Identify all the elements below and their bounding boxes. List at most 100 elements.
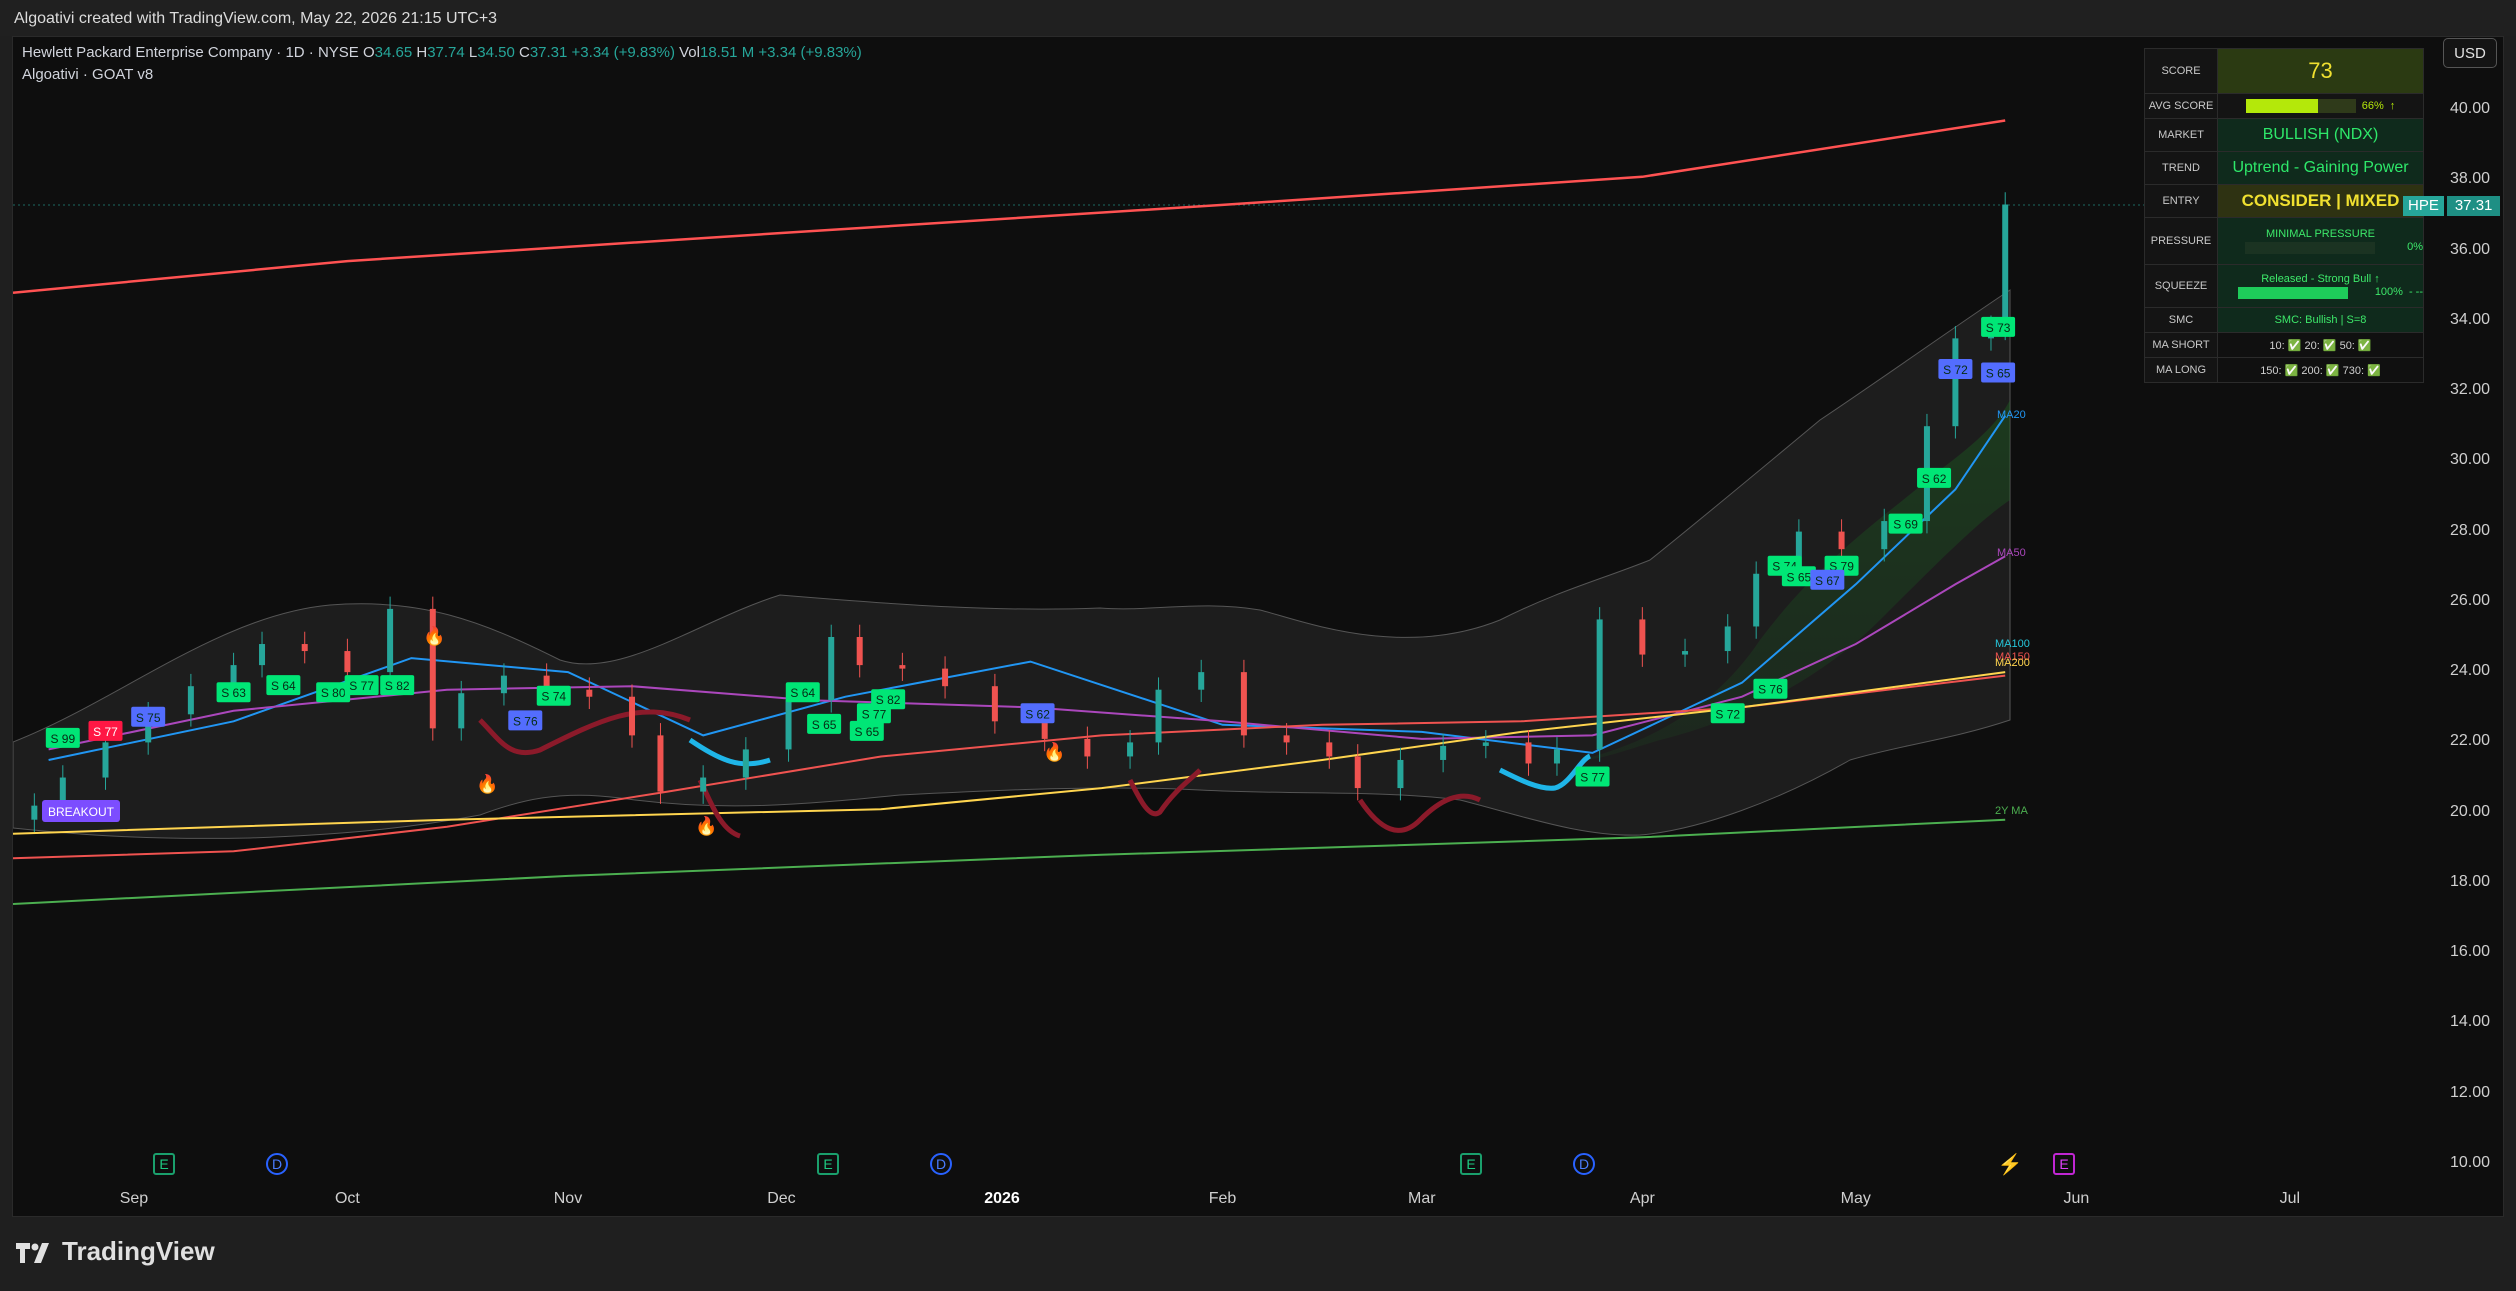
trend-label: TREND (2144, 151, 2218, 185)
squeeze-value: Released - Strong Bull ↑ (2261, 273, 2380, 285)
footer (0, 1217, 2516, 1291)
signal-badge: S 63 (216, 682, 251, 703)
candle-body (1596, 619, 1603, 750)
signal-badge: S 82 (380, 675, 415, 696)
dividend-marker[interactable]: D (266, 1153, 288, 1175)
high-value: 37.74 (427, 44, 465, 61)
ma50-label: MA50 (1997, 547, 2026, 559)
signal-badge: S 65 (807, 713, 842, 734)
avg-score-pct: 66% (2361, 100, 2384, 112)
y-tick-label: 38.00 (2450, 170, 2491, 188)
score-panel: SCORE 73 AVG SCORE 66% ↑ MARKET BULLISH (N… (2144, 48, 2424, 383)
signal-badge: S 77 (88, 720, 123, 741)
top-bar: Algoativi created with TradingView.com, … (0, 0, 2516, 36)
candle-body (1682, 651, 1689, 655)
candle-body (1127, 742, 1134, 757)
smc-value: SMC: Bullish | S=8 (2217, 307, 2424, 333)
brand-name: TradingView (62, 1236, 215, 1266)
price-plot[interactable]: BREAKOUT S 99S 77S 75S 63S 64S 80S 77 S 8… (13, 37, 2433, 1217)
lightning-icon[interactable]: ⚡ (1998, 1153, 2023, 1176)
earnings-marker[interactable]: E (153, 1153, 175, 1175)
symbol-legend[interactable]: Hewlett Packard Enterprise Company · 1D … (22, 44, 862, 61)
y-tick-label: 16.00 (2450, 943, 2491, 961)
low-value: 34.50 (477, 44, 515, 61)
candle-body (1283, 735, 1290, 743)
candle-body (1482, 742, 1489, 746)
signal-badge-text: S 67 (1815, 574, 1840, 588)
market-value: BULLISH (NDX) (2217, 118, 2424, 152)
signal-badge: S 72 (1938, 358, 1973, 379)
low-label: L (468, 44, 478, 61)
signal-badge-text: S 76 (513, 714, 538, 728)
smc-label: SMC (2144, 307, 2218, 333)
candle-body (1753, 573, 1760, 627)
volume-change: +3.34 (+9.83%) (758, 44, 862, 61)
signal-badge: S 77 (344, 675, 379, 696)
currency-button[interactable]: USD (2443, 38, 2497, 68)
score-value: 73 (2217, 48, 2424, 94)
signal-badge-text: S 64 (790, 686, 815, 700)
open-label: O (362, 44, 375, 61)
signal-badge-text: S 77 (349, 679, 374, 693)
breakout-marker: BREAKOUT (42, 800, 120, 822)
y-tick-label: 10.00 (2450, 1154, 2491, 1171)
x-tick-label: Apr (1629, 1190, 1655, 1207)
avg-score-bar (2245, 99, 2356, 113)
y-tick-label: 30.00 (2450, 451, 2491, 469)
candle-body (500, 675, 507, 694)
signal-badge: S 77 (1575, 766, 1610, 787)
signal-badge-text: S 73 (1986, 321, 2011, 335)
candle-body (742, 749, 749, 778)
y-tick-label: 14.00 (2450, 1013, 2491, 1031)
squeeze-label: SQUEEZE (2144, 264, 2218, 308)
signal-badge: S 75 (131, 706, 166, 727)
pressure-bar (2244, 242, 2375, 254)
signal-badge-text: S 77 (93, 725, 118, 739)
pressure-label: PRESSURE (2144, 217, 2218, 265)
candle-body (1041, 721, 1048, 739)
signal-badge-text: S 63 (221, 686, 246, 700)
candle-body (657, 735, 664, 792)
candle-body (899, 665, 906, 669)
x-tick-label: Nov (553, 1190, 583, 1207)
candle-body (1084, 738, 1091, 757)
price-tag-value: 37.31 (2446, 196, 2501, 216)
volume-label: Vol (679, 44, 700, 61)
candle-body (301, 644, 308, 652)
candle-body (31, 805, 38, 820)
candle-body (1440, 745, 1447, 760)
indicator-legend[interactable]: Algoativi · GOAT v8 (22, 66, 153, 83)
breakout-label: BREAKOUT (48, 805, 115, 819)
candle-body (2002, 204, 2009, 328)
keltner-envelope (13, 289, 2011, 839)
earnings-marker[interactable]: E (1460, 1153, 1482, 1175)
entry-label: ENTRY (2144, 184, 2218, 218)
ma-long-value: 150: ✅ 200: ✅ 730: ✅ (2217, 357, 2424, 383)
avg-score-label: AVG SCORE (2144, 93, 2218, 119)
entry-value: CONSIDER | MIXED (2217, 184, 2424, 218)
fire-icon: 🔥 (423, 625, 445, 646)
price-tag: HPE 37.31 (2403, 196, 2501, 216)
signal-badge: S 72 (1710, 703, 1745, 724)
candle-body (785, 700, 792, 750)
dividend-marker[interactable]: D (930, 1153, 952, 1175)
candle-body (458, 693, 465, 729)
price-tag-symbol: HPE (2403, 196, 2444, 216)
earnings-marker[interactable]: E (2053, 1153, 2075, 1175)
candle-body (1952, 338, 1959, 427)
signal-badge: S 76 (508, 710, 543, 731)
dividend-marker[interactable]: D (1573, 1153, 1595, 1175)
x-tick-label: Feb (1208, 1190, 1237, 1207)
signal-badge-text: S 82 (876, 693, 901, 707)
avg-score-arrow: ↑ (2389, 100, 2396, 112)
score-label: SCORE (2144, 48, 2218, 94)
signal-badge-text: S 77 (862, 707, 887, 721)
signal-badge-text: S 72 (1715, 707, 1740, 721)
y-tick-label: 28.00 (2450, 521, 2491, 539)
signal-badge-text: S 65 (1986, 367, 2011, 381)
tradingview-logo[interactable]: TradingView (14, 1236, 215, 1267)
signal-badge-text: S 62 (1025, 707, 1050, 721)
candle-body (1326, 742, 1333, 757)
earnings-marker[interactable]: E (817, 1153, 839, 1175)
signal-badge-text: S 77 (1580, 771, 1605, 785)
